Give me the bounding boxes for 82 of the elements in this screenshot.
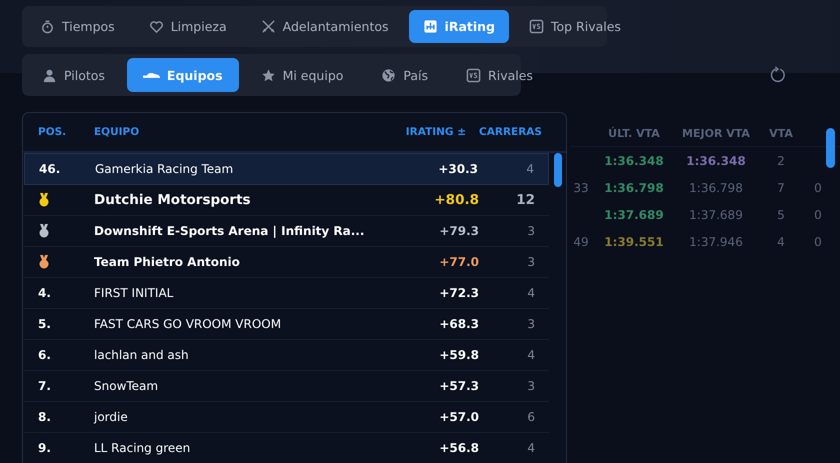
team-name: Team Phietro Antonio (94, 255, 241, 269)
race-count: 12 (515, 192, 536, 208)
irating-change: +56.8 (438, 441, 479, 455)
table-cell-text: 4 (776, 234, 786, 248)
star-icon (260, 68, 276, 82)
irating-change: +57.0 (438, 410, 479, 424)
race-count: 3 (526, 317, 536, 331)
column-header: ÚLT. VTA (607, 126, 661, 140)
team-name: Dutchie Motorsports (94, 192, 252, 208)
table-cell-text: 33 (572, 180, 590, 194)
position-number: 4. (38, 286, 51, 300)
lap-time: 1:37.946 (688, 234, 744, 248)
crossed-swords-icon (260, 19, 276, 34)
table-cell-text: 0 (813, 208, 823, 222)
column-header[interactable]: POS. (38, 126, 94, 138)
column-header: MEJOR VTA (681, 126, 751, 140)
chart-icon (422, 19, 438, 34)
race-count: 3 (526, 224, 536, 238)
car-icon (142, 72, 160, 78)
irating-change: +77.0 (438, 255, 479, 269)
race-count: 3 (526, 379, 536, 393)
table-cell-text: 0 (813, 234, 823, 248)
team-name: Downshift E-Sports Arena | Infinity Ra... (94, 224, 366, 238)
team-name: FIRST INITIAL (94, 286, 174, 300)
table-cell-text: 7 (776, 180, 786, 194)
person-icon (42, 68, 57, 82)
team-name: SnowTeam (94, 379, 160, 393)
position-number: 46. (39, 162, 60, 176)
irating-change: +68.3 (438, 317, 479, 331)
position-number: 7. (38, 379, 51, 393)
team-name: Gamerkia Racing Team (95, 162, 234, 176)
versus-icon (528, 19, 544, 34)
lap-time: 1:36.348 (685, 154, 747, 168)
position-number: 8. (38, 410, 51, 424)
stopwatch-icon (40, 19, 55, 34)
irating-change: +80.8 (433, 192, 479, 208)
table-cell-text: 49 (572, 234, 590, 248)
irating-change: +30.3 (437, 162, 478, 176)
position-number: 5. (38, 317, 51, 331)
column-header[interactable]: EQUIPO (94, 126, 376, 138)
column-header[interactable]: IRATING ± (376, 126, 466, 138)
lap-time: 1:37.689 (688, 208, 744, 222)
lap-time: 1:36.798 (603, 180, 665, 194)
tab[interactable]: País (365, 58, 444, 92)
tab[interactable]: Tiempos (26, 10, 129, 43)
tab[interactable]: Adelantamientos (246, 10, 403, 43)
column-header: VTA (768, 126, 794, 140)
race-count: 6 (526, 410, 536, 424)
tab[interactable]: Pilotos (26, 58, 121, 92)
irating-change: +79.3 (438, 224, 479, 238)
position-number: 9. (38, 441, 51, 455)
lap-time: 1:36.348 (603, 154, 665, 168)
table-cell-text: 2 (776, 154, 786, 168)
versus-icon (466, 68, 482, 82)
race-count: 4 (526, 286, 536, 300)
race-count: 4 (526, 348, 536, 362)
lap-time: 1:36.798 (688, 180, 744, 194)
tab[interactable]: Mi equipo (244, 58, 360, 92)
tab[interactable]: Rivales (450, 58, 549, 92)
tab[interactable]: Limpieza (134, 10, 241, 43)
irating-change: +57.3 (438, 379, 479, 393)
lap-time: 1:37.689 (603, 208, 665, 222)
irating-change: +59.8 (438, 348, 479, 362)
refresh-icon[interactable] (769, 66, 787, 84)
globe-icon (381, 68, 396, 82)
lap-time: 1:39.551 (603, 234, 665, 248)
scrollbar-thumb[interactable] (554, 153, 562, 187)
scrollbar-thumb[interactable] (826, 128, 835, 168)
position-number: 6. (38, 348, 51, 362)
table-cell-text: 5 (776, 208, 786, 222)
team-name: lachlan and ash (94, 348, 190, 362)
race-count: 4 (525, 162, 535, 176)
irating-change: +72.3 (438, 286, 479, 300)
heart-icon (148, 19, 164, 34)
table-cell-text: 0 (813, 180, 823, 194)
tab[interactable]: Top Rivales (514, 10, 635, 43)
team-name: jordie (94, 410, 129, 424)
column-header[interactable]: CARRERAS (466, 126, 542, 138)
race-count: 3 (526, 255, 536, 269)
team-name: LL Racing green (94, 441, 192, 455)
race-count: 4 (526, 441, 536, 455)
team-name: FAST CARS GO VROOM VROOM (94, 317, 282, 331)
